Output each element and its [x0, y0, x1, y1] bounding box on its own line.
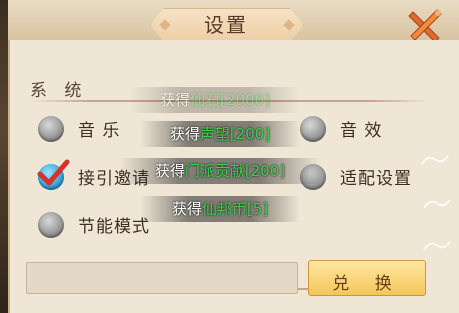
option-invitation[interactable]: 接引邀请 [37, 159, 188, 192]
radio-icon [38, 116, 64, 142]
check-icon [37, 159, 70, 186]
game-background [0, 0, 8, 313]
cloud-ornament-icon [423, 199, 451, 209]
redeem-button[interactable]: 兑 换 [308, 260, 426, 296]
radio-icon [300, 164, 326, 190]
option-label: 音 效 [340, 121, 383, 141]
option-label: 适配设置 [340, 169, 412, 189]
cloud-ornament-icon [423, 241, 451, 251]
option-label: 接引邀请 [78, 169, 150, 189]
section-divider [30, 100, 430, 102]
option-label: 节能模式 [78, 217, 150, 237]
option-label: 音 乐 [78, 121, 121, 141]
radio-icon [300, 116, 326, 142]
section-title-system: 系 统 [30, 81, 88, 101]
option-adaptive-settings[interactable]: 适配设置 [300, 162, 440, 192]
cloud-ornament-icon [421, 155, 449, 165]
option-sound-effects[interactable]: 音 效 [300, 114, 420, 144]
dialog-title: 设置 [204, 13, 248, 37]
option-music[interactable]: 音 乐 [38, 114, 158, 144]
password-input[interactable] [26, 262, 298, 294]
radio-icon [38, 212, 64, 238]
option-power-saving[interactable]: 节能模式 [38, 210, 188, 240]
